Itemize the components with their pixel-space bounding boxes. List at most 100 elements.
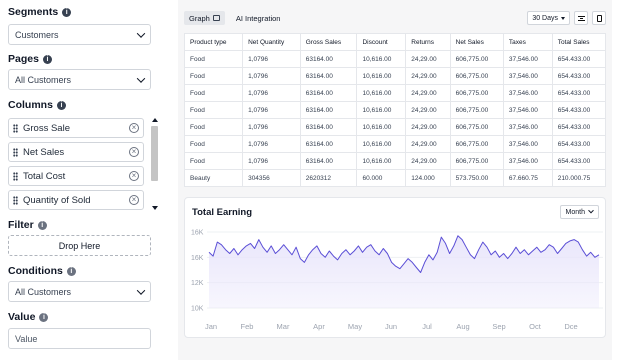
column-chip[interactable]: Net Sales × (8, 142, 144, 162)
pages-select-value: All Customers (15, 74, 72, 85)
conditions-title: Conditions (8, 265, 63, 277)
columns-title: Columns (8, 99, 53, 111)
filter-icon (577, 15, 585, 21)
table-row[interactable]: Food 1,0796 63164.00 10,616.00 24,29.00 606,7… (183, 84, 607, 102)
info-icon[interactable]: i (62, 7, 72, 17)
drop-zone-label: Drop Here (58, 240, 101, 251)
x-tick-label: Dce (564, 322, 577, 331)
table-cell: Food (183, 135, 244, 153)
table-cell: 606,775.00 (449, 84, 504, 102)
column-header[interactable]: Net Sales (449, 33, 504, 51)
segments-select-value: Customers (15, 29, 59, 40)
table-cell: 37,546.00 (502, 118, 553, 136)
x-tick-label: May (348, 322, 362, 331)
filter-button[interactable] (574, 11, 588, 25)
remove-icon[interactable]: × (129, 195, 139, 205)
earning-area-fill (209, 235, 599, 308)
value-input-placeholder: Value (15, 333, 38, 344)
table-row[interactable]: Food 1,0796 63164.00 10,616.00 24,29.00 606,7… (183, 67, 607, 85)
table-row[interactable]: Food 1,0796 63164.00 10,616.00 24,29.00 606,7… (183, 135, 607, 153)
table-row[interactable]: Beauty 304356 2620312 60.000 124.000 573.750.… (183, 169, 607, 187)
pages-heading: Pages i (8, 53, 52, 65)
table-cell: 24,29.00 (405, 84, 451, 102)
info-icon[interactable]: i (42, 54, 52, 64)
table-cell: Food (183, 67, 244, 85)
column-header[interactable]: Product type (183, 33, 244, 51)
drag-handle-icon[interactable] (13, 171, 18, 181)
column-header[interactable]: Discount (356, 33, 407, 51)
table-row[interactable]: Food 1,0796 63164.00 10,616.00 24,29.00 606,7… (183, 118, 607, 136)
table-cell: 606,775.00 (449, 135, 504, 153)
report-panel: Graph AI Integration 30 Days Product typ… (178, 0, 612, 360)
table-row[interactable]: Food 1,0796 63164.00 10,616.00 24,29.00 606,7… (183, 152, 607, 170)
remove-icon[interactable]: × (129, 147, 139, 157)
table-cell: 654.433.00 (551, 118, 607, 136)
column-header[interactable]: Net Quantity (242, 33, 301, 51)
x-tick-label: Jul (422, 322, 432, 331)
scrollbar-thumb[interactable] (151, 126, 158, 181)
tab-ai-integration[interactable]: AI Integration (231, 11, 286, 25)
table-cell: 606,775.00 (449, 67, 504, 85)
column-header[interactable]: Taxes (502, 33, 553, 51)
table-cell: 10,616.00 (356, 135, 407, 153)
pages-title: Pages (8, 53, 39, 65)
column-header[interactable]: Returns (405, 33, 451, 51)
tab-graph-label: Graph (189, 13, 210, 23)
caret-down-icon (561, 16, 565, 20)
scroll-down-arrow-icon[interactable] (152, 206, 158, 210)
value-input[interactable]: Value (8, 328, 151, 349)
info-icon[interactable]: i (66, 266, 76, 276)
drag-handle-icon[interactable] (13, 147, 18, 157)
table-cell: 124.000 (405, 169, 451, 187)
x-tick-label: Mar (277, 322, 290, 331)
table-cell: 63164.00 (299, 152, 358, 170)
column-chip[interactable]: Gross Sale × (8, 118, 144, 138)
table-cell: Beauty (183, 169, 244, 187)
remove-icon[interactable]: × (129, 123, 139, 133)
table-cell: 63164.00 (299, 84, 358, 102)
table-cell: 654.433.00 (551, 152, 607, 170)
remove-icon[interactable]: × (129, 171, 139, 181)
conditions-select[interactable]: All Customers (8, 281, 151, 302)
table-cell: 1,0796 (242, 67, 301, 85)
info-icon[interactable]: i (37, 220, 47, 230)
table-cell: 37,546.00 (502, 67, 553, 85)
earning-chart-card: Total Earning Month 16K 16K 12K 10K Jan Feb Ma… (184, 197, 606, 338)
table-cell: 10,616.00 (356, 152, 407, 170)
segments-select[interactable]: Customers (8, 24, 151, 45)
export-button[interactable] (592, 11, 606, 25)
filter-drop-zone[interactable]: Drop Here (8, 235, 151, 256)
table-cell: 1,0796 (242, 84, 301, 102)
sales-table: Product type Net Quantity Gross Sales Di… (183, 33, 607, 187)
info-icon[interactable]: i (56, 100, 66, 110)
column-header[interactable]: Total Sales (551, 33, 607, 51)
table-row[interactable]: Food 1,0796 63164.00 10,616.00 24,29.00 606,7… (183, 101, 607, 119)
table-cell: 573.750.00 (449, 169, 504, 187)
table-cell: 210.000.75 (551, 169, 607, 187)
drag-handle-icon[interactable] (13, 195, 18, 205)
info-icon[interactable]: i (39, 312, 49, 322)
date-range-dropdown[interactable]: 30 Days (527, 11, 570, 25)
scroll-up-arrow-icon[interactable] (152, 118, 158, 122)
table-cell: Food (183, 84, 244, 102)
columns-scrollbar[interactable] (151, 118, 159, 210)
table-row[interactable]: Food 1,0796 63164.00 10,616.00 24,29.00 606,7… (183, 50, 607, 68)
column-chip-label: Total Cost (23, 170, 66, 182)
chevron-down-icon (136, 285, 146, 295)
segments-title: Segments (8, 6, 59, 18)
table-cell: 24,29.00 (405, 101, 451, 119)
x-tick-label: Jan (205, 322, 217, 331)
table-toolbar: 30 Days (527, 11, 606, 25)
pages-select[interactable]: All Customers (8, 69, 151, 90)
x-tick-label: Oct (529, 322, 542, 331)
date-range-value: 30 Days (532, 14, 558, 22)
value-heading: Value i (8, 311, 49, 323)
table-cell: 10,616.00 (356, 84, 407, 102)
column-chip[interactable]: Quantity of Sold × (8, 190, 144, 210)
table-cell: 37,546.00 (502, 84, 553, 102)
tab-graph[interactable]: Graph (184, 11, 225, 25)
column-chip[interactable]: Total Cost × (8, 166, 144, 186)
table-cell: Food (183, 152, 244, 170)
column-header[interactable]: Gross Sales (299, 33, 358, 51)
drag-handle-icon[interactable] (13, 123, 18, 133)
